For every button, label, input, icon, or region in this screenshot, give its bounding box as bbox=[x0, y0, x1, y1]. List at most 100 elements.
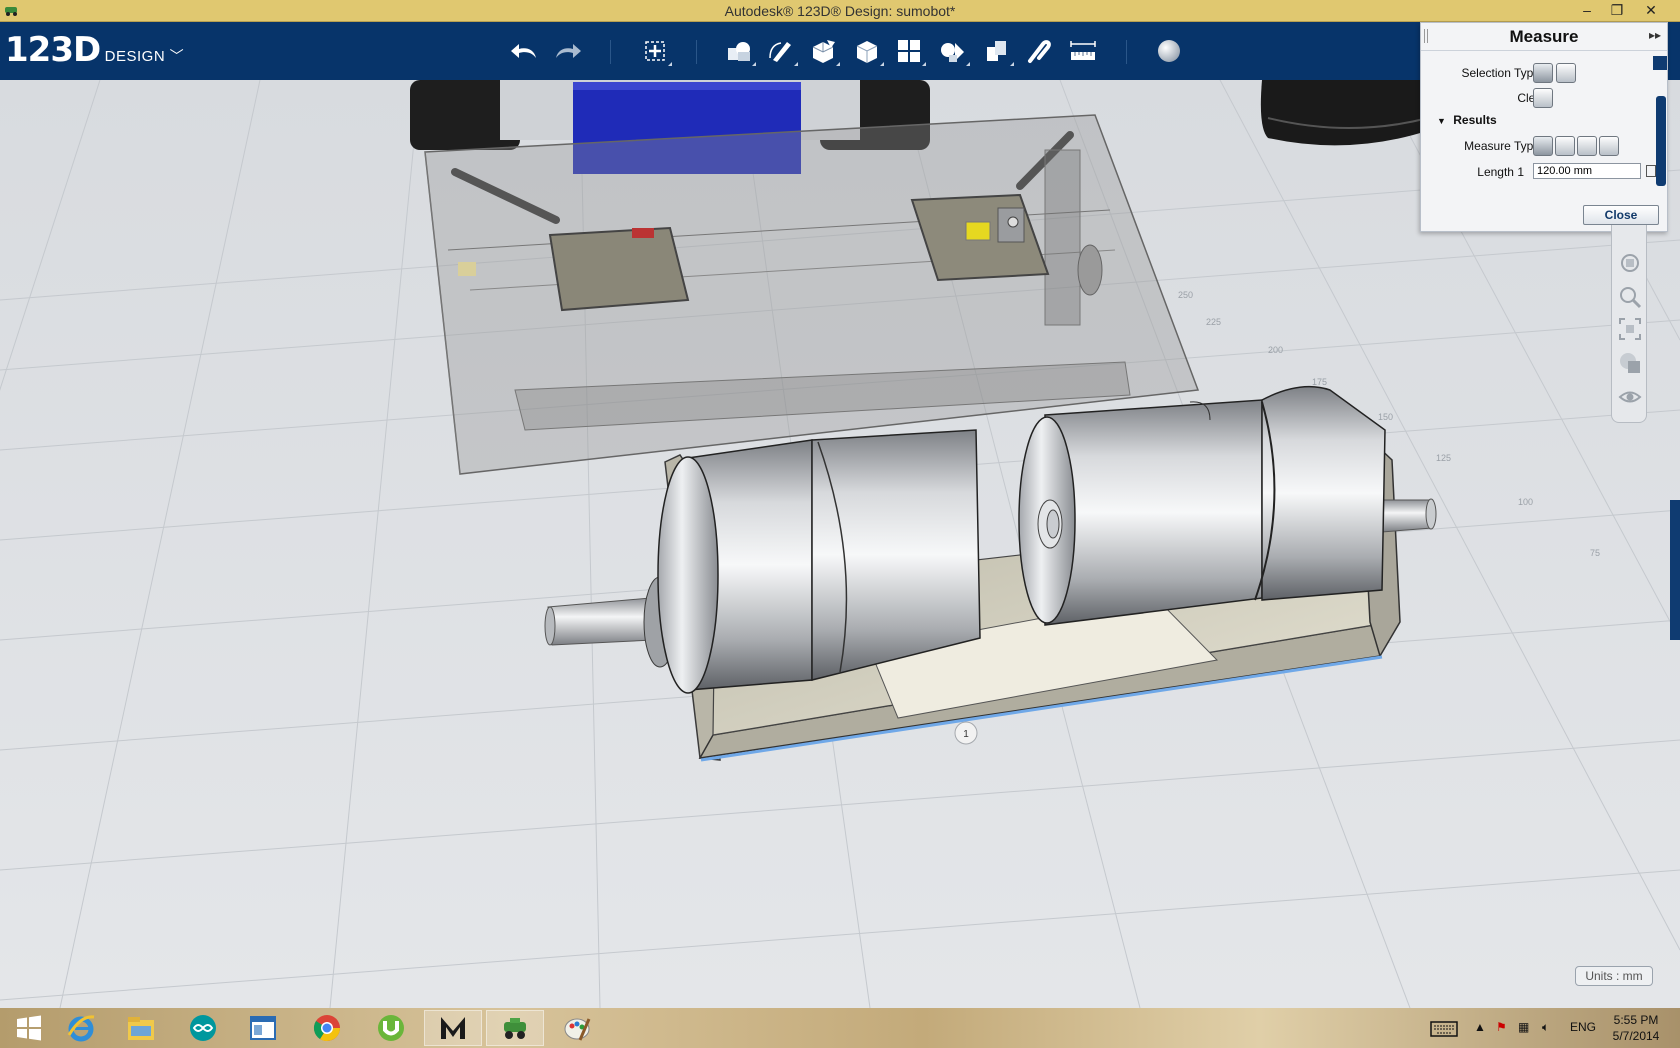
measure-icon bbox=[1070, 41, 1096, 60]
sketch-button[interactable] bbox=[764, 36, 798, 66]
construct-icon bbox=[812, 40, 835, 63]
units-indicator[interactable]: Units : mm bbox=[1575, 966, 1653, 986]
toolbar-separator bbox=[1126, 40, 1127, 64]
svg-text:1: 1 bbox=[963, 729, 969, 740]
zoom-icon[interactable] bbox=[1618, 285, 1642, 309]
length-row: Length 1 bbox=[1421, 163, 1669, 183]
dimension-marker[interactable]: 1 bbox=[954, 721, 978, 745]
network-icon[interactable]: ▦ bbox=[1518, 1020, 1529, 1034]
maya-icon bbox=[441, 1017, 465, 1039]
measure-panel-header[interactable]: Measure ▸▸ bbox=[1421, 23, 1667, 51]
clock[interactable]: 5:55 PM 5/7/2014 bbox=[1598, 1012, 1674, 1044]
volume-icon[interactable]: 🔈︎ bbox=[1542, 1020, 1549, 1035]
length-label: Length 1 bbox=[1477, 165, 1524, 179]
measure-panel-title: Measure bbox=[1509, 27, 1579, 46]
undo-button[interactable] bbox=[508, 36, 542, 66]
close-window-button[interactable]: ✕ bbox=[1636, 0, 1666, 20]
combine-icon bbox=[987, 41, 1006, 61]
navigation-bar bbox=[1611, 225, 1647, 423]
taskbar-maya[interactable] bbox=[424, 1010, 482, 1046]
clock-time: 5:55 PM bbox=[1613, 1013, 1659, 1027]
material-icon bbox=[1158, 40, 1180, 62]
results-section-toggle[interactable]: ▼ Results bbox=[1437, 113, 1497, 127]
taskbar-ie[interactable] bbox=[52, 1010, 110, 1046]
app-window-icon bbox=[250, 1016, 276, 1040]
language-indicator[interactable]: ENG bbox=[1570, 1020, 1596, 1034]
measure-button[interactable] bbox=[1066, 36, 1100, 66]
orbit-icon[interactable] bbox=[1618, 251, 1642, 275]
transform-button[interactable] bbox=[638, 36, 672, 66]
pattern-button[interactable] bbox=[892, 36, 926, 66]
svg-text:175: 175 bbox=[1312, 377, 1327, 387]
visual-style-icon[interactable] bbox=[1618, 351, 1642, 375]
start-button[interactable] bbox=[0, 1010, 58, 1046]
taskbar-utorrent[interactable] bbox=[362, 1010, 420, 1046]
fit-view-icon[interactable] bbox=[1618, 317, 1642, 341]
taskbar-123d-design[interactable] bbox=[486, 1010, 544, 1046]
logo-subtext: DESIGN bbox=[104, 48, 166, 65]
measure-distance-icon[interactable] bbox=[1533, 136, 1553, 156]
tray-expand-icon[interactable]: ▲ bbox=[1474, 1020, 1486, 1034]
chrome-icon bbox=[313, 1015, 341, 1042]
close-measure-button[interactable]: Close bbox=[1583, 205, 1659, 225]
taskbar-file-explorer[interactable] bbox=[112, 1010, 170, 1046]
caret-down-icon: ▼ bbox=[1437, 116, 1446, 126]
material-button[interactable] bbox=[1152, 36, 1186, 66]
visibility-eye-icon[interactable] bbox=[1618, 385, 1642, 409]
restore-button[interactable]: ❐ bbox=[1602, 0, 1632, 20]
action-center-icon[interactable]: ⚑ bbox=[1496, 1020, 1507, 1034]
snap-button[interactable] bbox=[1022, 36, 1056, 66]
app-menu-button[interactable]: 123D DESIGN ﹀ bbox=[5, 30, 184, 70]
measure-types-label: Measure Types bbox=[1464, 139, 1546, 153]
svg-text:150: 150 bbox=[1378, 412, 1393, 422]
windows-taskbar: ▲ ⚑ ▦ 🔈︎ ENG 5:55 PM 5/7/2014 bbox=[0, 1008, 1680, 1048]
primitives-icon bbox=[728, 42, 750, 61]
measure-volume-icon[interactable] bbox=[1599, 136, 1619, 156]
123d-design-icon bbox=[504, 1018, 526, 1039]
taskbar-paint[interactable] bbox=[548, 1010, 606, 1046]
redo-button[interactable] bbox=[550, 36, 584, 66]
taskbar-window-app[interactable] bbox=[234, 1010, 292, 1046]
clear-label: Clear bbox=[1517, 91, 1546, 105]
grouping-button[interactable] bbox=[936, 36, 970, 66]
clock-date: 5/7/2014 bbox=[1612, 1029, 1660, 1043]
measure-types-row: Measure Types bbox=[1421, 136, 1669, 158]
pattern-icon bbox=[898, 40, 920, 62]
minimize-button[interactable]: – bbox=[1572, 0, 1602, 20]
rear-wheel-right[interactable] bbox=[1260, 80, 1430, 146]
construct-button[interactable] bbox=[806, 36, 840, 66]
svg-text:100: 100 bbox=[1518, 497, 1533, 507]
expand-panel-icon[interactable]: ▸▸ bbox=[1649, 28, 1661, 42]
panel-scroll-handle[interactable] bbox=[1653, 56, 1667, 70]
title-bar: Autodesk® 123D® Design: sumobot* – ❐ ✕ bbox=[0, 0, 1680, 22]
measure-area-icon[interactable] bbox=[1577, 136, 1597, 156]
primitives-button[interactable] bbox=[722, 36, 756, 66]
modify-button[interactable] bbox=[850, 36, 884, 66]
side-panel-tab[interactable] bbox=[1670, 500, 1680, 640]
panel-scrollbar[interactable] bbox=[1656, 96, 1666, 186]
copy-value-icon[interactable] bbox=[1646, 165, 1656, 177]
length-value-field[interactable] bbox=[1533, 163, 1641, 179]
toolbar-separator bbox=[696, 40, 697, 64]
internet-explorer-icon bbox=[67, 1015, 95, 1042]
redo-icon bbox=[556, 44, 581, 58]
modify-icon bbox=[856, 41, 878, 63]
utorrent-icon bbox=[378, 1015, 404, 1041]
select-face-icon[interactable] bbox=[1533, 63, 1553, 83]
measure-panel: Measure ▸▸ Selection Types Clear ▼ Resul… bbox=[1420, 22, 1668, 232]
grouping-icon bbox=[941, 43, 964, 62]
toolbar-separator bbox=[610, 40, 611, 64]
clear-selection-icon[interactable] bbox=[1533, 88, 1553, 108]
select-solid-icon[interactable] bbox=[1556, 63, 1576, 83]
measure-angle-icon[interactable] bbox=[1555, 136, 1575, 156]
windows-start-icon bbox=[17, 1015, 41, 1041]
sketch-icon bbox=[769, 42, 791, 62]
svg-text:250: 250 bbox=[1178, 290, 1193, 300]
combine-button[interactable] bbox=[980, 36, 1014, 66]
svg-text:125: 125 bbox=[1436, 453, 1451, 463]
clear-row: Clear bbox=[1421, 88, 1669, 110]
taskbar-chrome[interactable] bbox=[298, 1010, 356, 1046]
paint-icon bbox=[564, 1018, 591, 1041]
taskbar-arduino[interactable] bbox=[174, 1010, 232, 1046]
keyboard-icon[interactable] bbox=[1430, 1021, 1458, 1037]
